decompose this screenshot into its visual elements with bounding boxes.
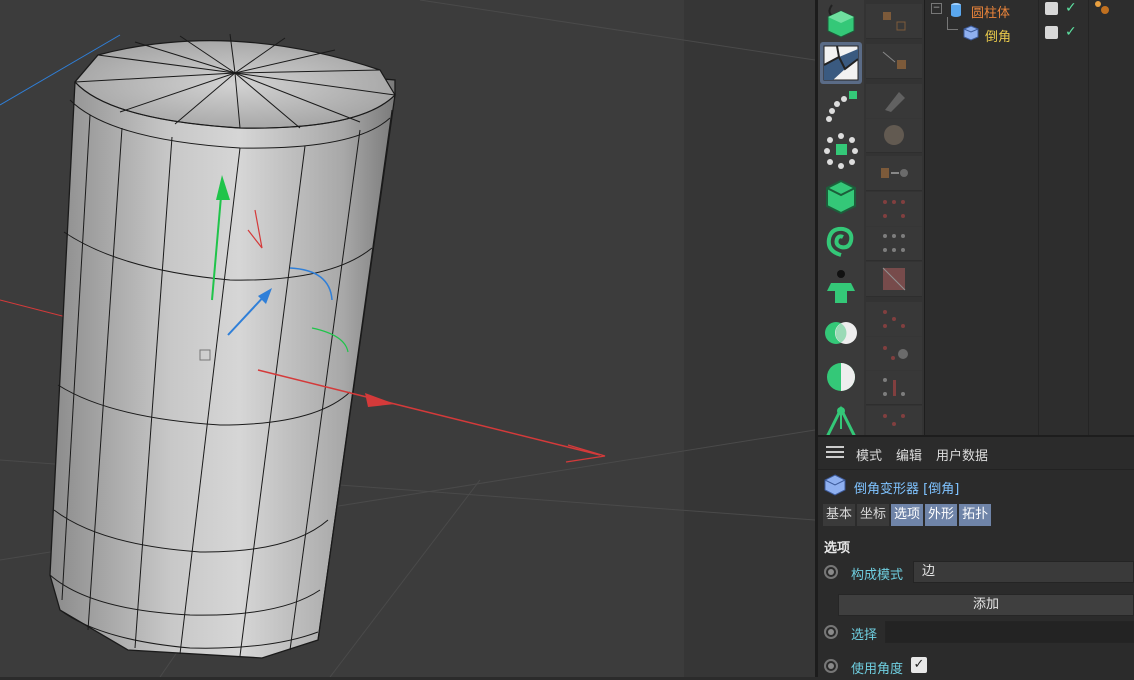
mode-row: 构成模式 边: [818, 560, 1134, 586]
object-name-cylinder[interactable]: 圆柱体: [971, 2, 1010, 21]
3d-viewport[interactable]: [0, 0, 815, 677]
points-grid-icon[interactable]: [866, 192, 922, 227]
object-row-bevel[interactable]: 倒角 ✓: [925, 17, 1134, 45]
sphere-tool-icon[interactable]: [866, 118, 922, 153]
sphere-shade-icon[interactable]: [820, 356, 862, 398]
use-angle-checkbox[interactable]: ✓: [911, 657, 927, 673]
point-tool-icon[interactable]: [866, 44, 922, 79]
tab-topology[interactable]: 拓扑: [959, 504, 992, 526]
tool-palette: [818, 0, 864, 439]
mode-label: 构成模式: [851, 568, 904, 583]
enable-check-icon[interactable]: ✓: [1065, 24, 1077, 40]
section-title: 选项: [824, 541, 851, 556]
texture-icon[interactable]: [866, 262, 922, 297]
tab-shape[interactable]: 外形: [925, 504, 958, 526]
tab-options[interactable]: 选项: [891, 504, 924, 526]
edge-tool-icon[interactable]: [866, 84, 922, 119]
cylinder-mesh: [49, 33, 396, 659]
mode-dropdown[interactable]: 边: [913, 561, 1134, 583]
menu-mode[interactable]: 模式: [856, 445, 882, 464]
dots-gear-icon[interactable]: [866, 336, 922, 371]
boole-icon[interactable]: [820, 312, 862, 354]
edit-toggle-icon[interactable]: [1045, 2, 1058, 15]
menu-edit[interactable]: 编辑: [896, 445, 922, 464]
object-manager: − 圆柱体 ✓ 倒角 ✓: [924, 0, 1134, 435]
add-button[interactable]: 添加: [838, 594, 1134, 616]
character-icon[interactable]: [820, 266, 862, 308]
dots-grid-2-icon[interactable]: [866, 302, 922, 337]
viewport-strip: [684, 0, 815, 677]
attribute-manager: 模式 编辑 用户数据 倒角变形器 [倒角] 基本 坐标 选项 外形 拓扑 选项 …: [818, 435, 1134, 679]
cube-primitive-icon[interactable]: [820, 0, 862, 42]
viewport-scene[interactable]: [0, 0, 815, 677]
selection-row: 选择: [818, 620, 1134, 646]
attribute-tabs: 基本 坐标 选项 外形 拓扑: [823, 504, 993, 526]
use-angle-row: 使用角度 ✓: [818, 654, 1134, 680]
dots-arrow-icon[interactable]: [866, 370, 922, 405]
add-row: 添加: [818, 594, 1134, 620]
attribute-menu-bar: 模式 编辑 用户数据: [818, 441, 1002, 467]
hamburger-menu-icon[interactable]: [826, 445, 844, 463]
polygon-mesh-icon[interactable]: [820, 42, 862, 84]
bevel-deformer-icon: [824, 474, 846, 500]
use-angle-label: 使用角度: [851, 662, 904, 677]
spline-array-icon[interactable]: [820, 86, 862, 128]
sub-tool-palette: [864, 0, 924, 441]
visibility-check-icon[interactable]: ✓: [1065, 0, 1077, 16]
tree-line: [947, 17, 958, 30]
object-name-bevel[interactable]: 倒角: [985, 26, 1011, 45]
world-axis-x-line: [0, 299, 71, 319]
selection-field[interactable]: [885, 621, 1134, 643]
animate-radio-icon[interactable]: [824, 565, 838, 579]
attribute-title: 倒角变形器 [倒角]: [824, 474, 959, 500]
menu-user-data[interactable]: 用户数据: [936, 445, 988, 464]
animate-radio-icon[interactable]: [824, 625, 838, 639]
arrow-tool-icon[interactable]: [866, 156, 922, 191]
tab-basic[interactable]: 基本: [823, 504, 856, 526]
move-tool-icon[interactable]: [866, 4, 922, 39]
dots-grid-icon[interactable]: [866, 226, 922, 261]
attribute-title-text: 倒角变形器 [倒角]: [854, 481, 960, 497]
selection-label: 选择: [851, 628, 878, 643]
tag-icon[interactable]: [1093, 0, 1111, 20]
bevel-deformer-icon: [963, 25, 979, 45]
cloner-icon[interactable]: [820, 130, 862, 172]
deformer-cube-icon[interactable]: [820, 176, 862, 218]
spiral-effector-icon[interactable]: [820, 220, 862, 262]
tab-coord[interactable]: 坐标: [857, 504, 890, 526]
animate-radio-icon[interactable]: [824, 659, 838, 673]
collapse-icon[interactable]: −: [931, 3, 942, 14]
edit-toggle-icon[interactable]: [1045, 26, 1058, 39]
